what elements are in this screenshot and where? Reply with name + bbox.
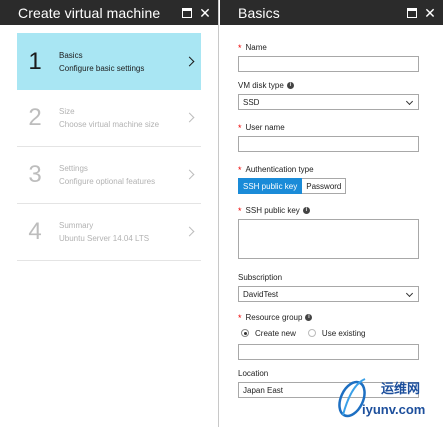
watermark-text-cn: 运维网 — [381, 381, 420, 397]
step-summary[interactable]: 4 Summary Ubuntu Server 14.04 LTS — [17, 204, 201, 261]
maximize-icon — [182, 7, 192, 18]
step-settings[interactable]: 3 Settings Configure optional features — [17, 147, 201, 204]
step-description: Ubuntu Server 14.04 LTS — [59, 234, 150, 243]
resource-group-radios: Create new Use existing — [241, 326, 419, 340]
chevron-right-icon — [184, 56, 195, 66]
location-value: Japan East — [243, 385, 284, 395]
wizard-steps: 1 Basics Configure basic settings 2 Size… — [0, 25, 218, 261]
chevron-down-icon — [405, 289, 414, 298]
watermark-logo: 运维网 iyunv.com — [338, 378, 425, 418]
use-existing-label: Use existing — [321, 328, 366, 338]
info-icon[interactable]: i — [305, 314, 313, 321]
create-vm-blade: Create virtual machine ✕ 1 Basics Config… — [0, 0, 219, 427]
location-label: Location — [238, 369, 269, 378]
blade-title: Basics — [238, 4, 280, 21]
subscription-value: DavidTest — [243, 289, 279, 299]
step-basics[interactable]: 1 Basics Configure basic settings — [17, 33, 201, 90]
radio-unselected-icon — [307, 329, 316, 337]
blade-header: Basics ✕ — [220, 0, 443, 25]
info-icon[interactable]: i — [286, 82, 294, 89]
required-marker: * — [238, 164, 242, 175]
authentication-type-toggle: SSH public key Password — [238, 178, 419, 194]
blade-title: Create virtual machine — [18, 4, 161, 21]
step-number: 3 — [28, 161, 42, 188]
resource-group-label: Resource group — [245, 313, 303, 322]
resource-group-input[interactable] — [238, 344, 419, 360]
close-icon: ✕ — [424, 4, 436, 21]
maximize-button[interactable] — [178, 0, 196, 25]
watermark-text-en: iyunv.com — [362, 402, 425, 417]
chevron-right-icon — [184, 226, 195, 237]
ssh-public-key-group: * SSH public key i — [238, 205, 419, 272]
step-number: 4 — [28, 218, 42, 245]
step-title: Size — [59, 107, 75, 116]
ssh-public-key-textarea[interactable] — [238, 219, 419, 259]
radio-selected-icon — [241, 329, 249, 337]
password-option[interactable]: Password — [302, 178, 347, 194]
step-title: Settings — [59, 164, 88, 173]
chevron-right-icon — [184, 169, 195, 180]
required-marker: * — [238, 42, 242, 53]
close-button[interactable]: ✕ — [196, 0, 214, 25]
name-input[interactable] — [238, 56, 419, 72]
create-new-label: Create new — [255, 328, 296, 338]
required-marker: * — [238, 122, 242, 133]
subscription-select[interactable]: DavidTest — [238, 286, 419, 302]
blade-header: Create virtual machine ✕ — [0, 0, 218, 25]
name-label: Name — [245, 43, 267, 52]
name-field-group: * Name — [238, 42, 419, 80]
basics-blade: Basics ✕ * Name VM disk type i SSD * User n… — [220, 0, 443, 427]
maximize-icon — [407, 7, 417, 18]
use-existing-radio[interactable]: Use existing — [307, 328, 366, 338]
chevron-right-icon — [184, 112, 195, 123]
step-number: 2 — [28, 104, 42, 131]
vm-disk-type-label: VM disk type — [238, 81, 284, 90]
step-title: Basics — [59, 50, 83, 60]
required-marker: * — [238, 205, 242, 216]
maximize-button[interactable] — [403, 0, 421, 25]
authentication-type-group: * Authentication type SSH public key Pass… — [238, 164, 419, 205]
user-name-input[interactable] — [238, 136, 419, 152]
vm-disk-type-group: VM disk type i SSD — [238, 80, 419, 122]
create-new-radio[interactable]: Create new — [241, 329, 296, 338]
required-marker: * — [238, 312, 242, 323]
step-description: Configure basic settings — [59, 63, 145, 73]
user-name-label: User name — [245, 123, 285, 132]
basics-form: * Name VM disk type i SSD * User name * Auth… — [220, 25, 443, 398]
step-description: Choose virtual machine size — [59, 120, 160, 129]
ssh-public-key-label: SSH public key — [245, 206, 300, 215]
step-number: 1 — [28, 47, 42, 75]
step-size[interactable]: 2 Size Choose virtual machine size — [17, 90, 201, 147]
subscription-label: Subscription — [238, 273, 283, 282]
resource-group-group: * Resource group i Create new Use existing — [238, 312, 419, 368]
step-description: Configure optional features — [59, 177, 156, 186]
close-icon: ✕ — [199, 4, 211, 21]
user-name-group: * User name — [238, 122, 419, 164]
chevron-down-icon — [405, 97, 414, 106]
vm-disk-type-value: SSD — [243, 97, 260, 107]
authentication-type-label: Authentication type — [245, 165, 314, 174]
info-icon[interactable]: i — [302, 207, 310, 214]
ssh-public-key-option[interactable]: SSH public key — [238, 178, 303, 194]
step-title: Summary — [59, 221, 94, 230]
subscription-group: Subscription DavidTest — [238, 272, 419, 312]
close-button[interactable]: ✕ — [421, 0, 439, 25]
vm-disk-type-select[interactable]: SSD — [238, 94, 419, 110]
